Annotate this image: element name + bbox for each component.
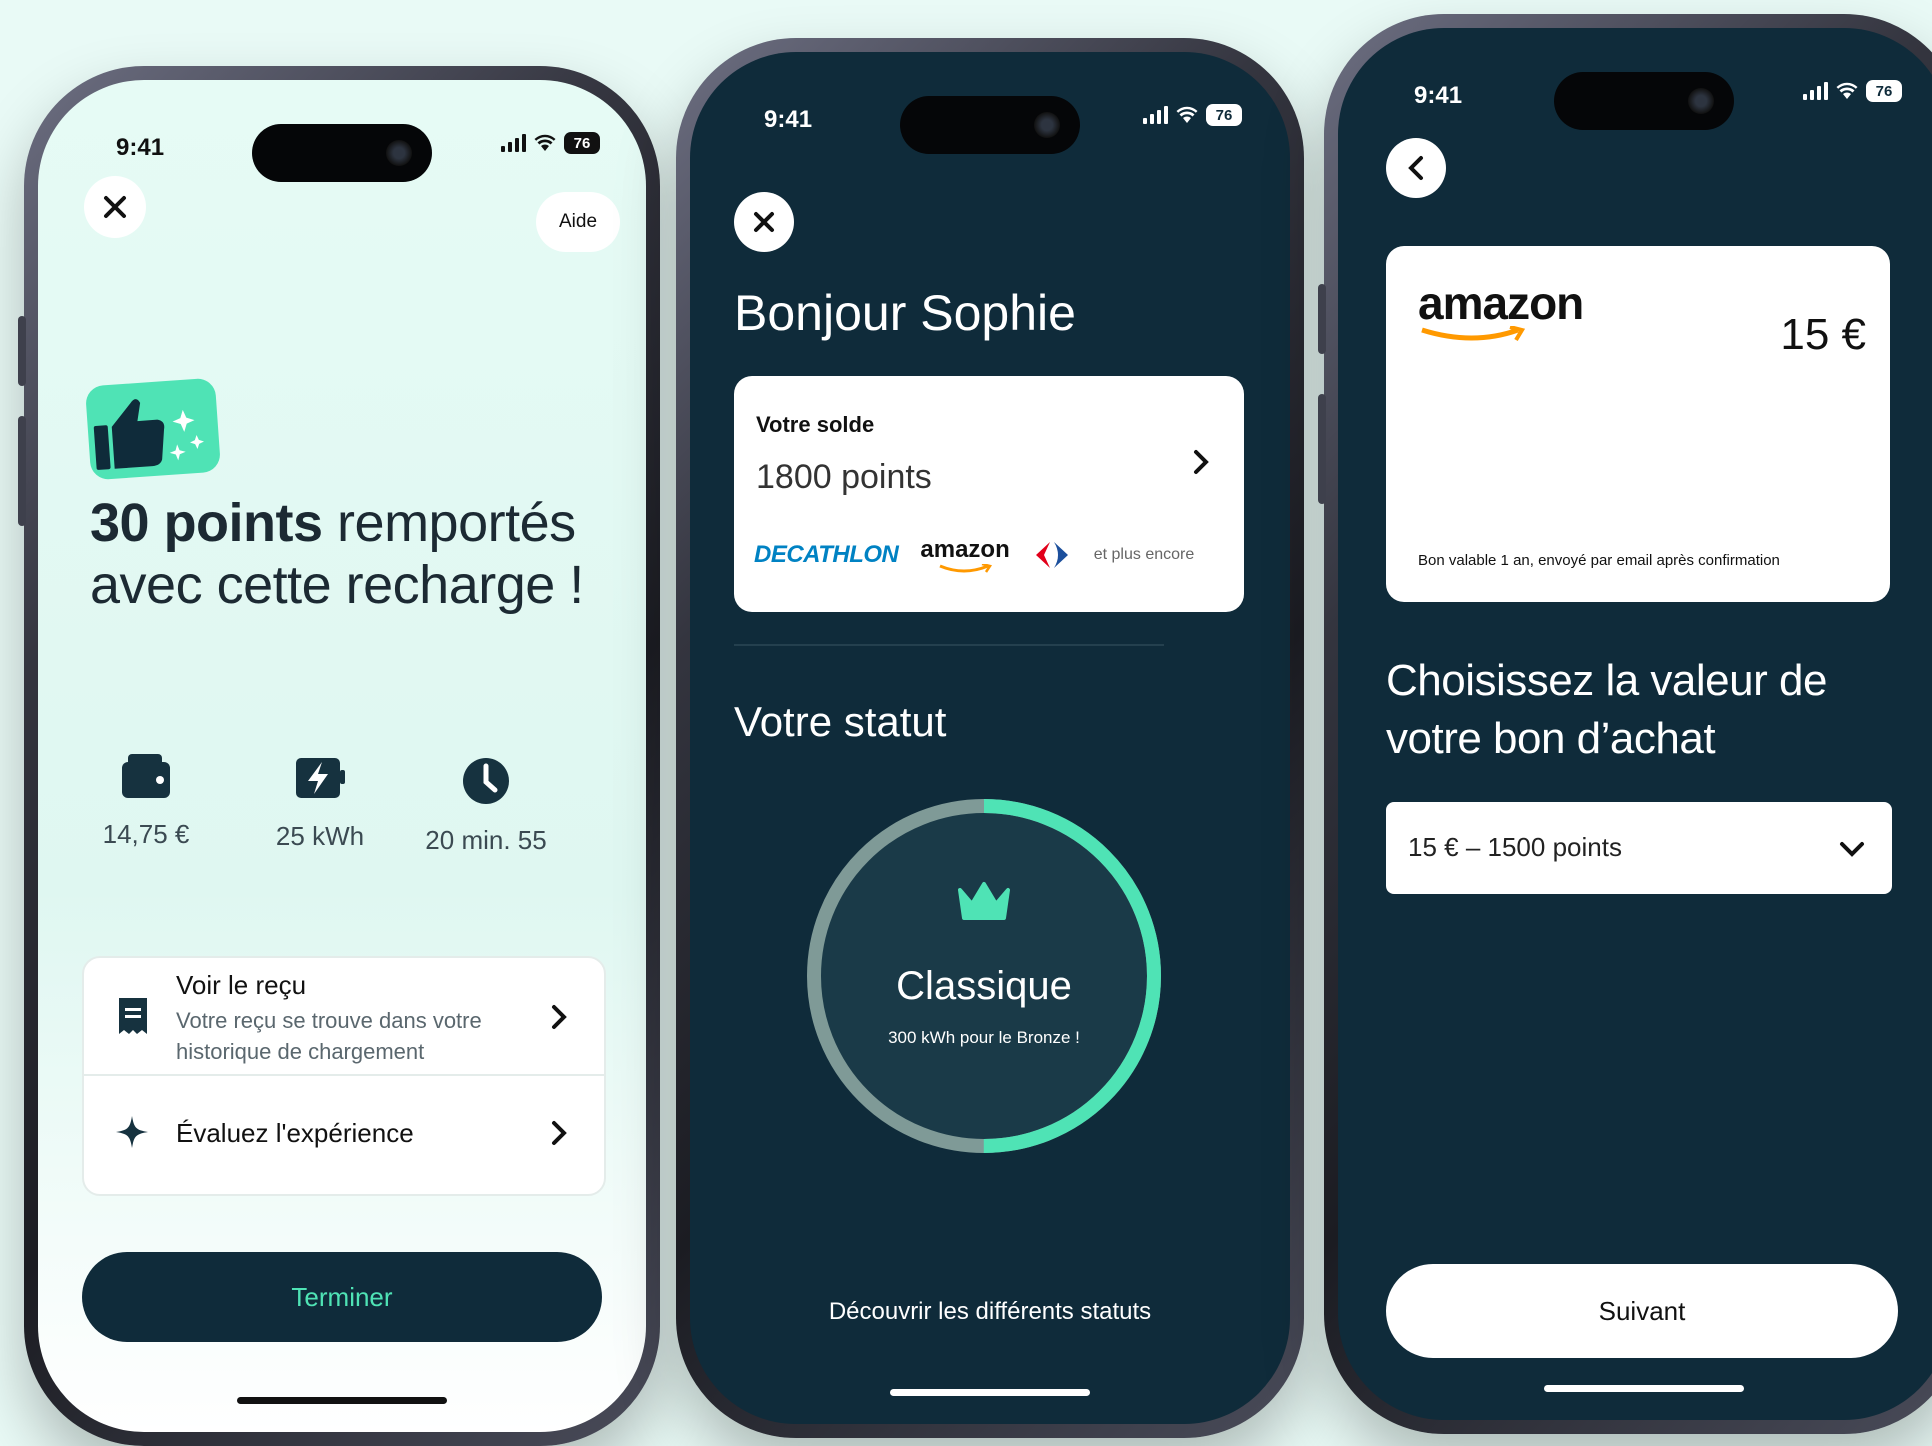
value-select[interactable]: 15 € – 1500 points xyxy=(1386,802,1892,894)
balance-card[interactable]: Votre solde 1800 points DECATHLON amazon… xyxy=(734,376,1244,612)
screen: 9:41 76 Aide 30 points remportés avec ce… xyxy=(38,80,646,1432)
carrefour-logo xyxy=(1035,542,1068,568)
thumbs-up-icon xyxy=(93,399,204,470)
amazon-smile-icon xyxy=(939,564,993,573)
wallet-icon xyxy=(122,754,170,798)
amazon-logo: amazon xyxy=(920,536,1010,574)
dynamic-island xyxy=(252,124,432,182)
phone-side-button xyxy=(18,316,26,386)
status-time: 9:41 xyxy=(116,134,165,161)
status-ring: Classique 300 kWh pour le Bronze ! xyxy=(804,796,1164,1156)
battery-icon: 76 xyxy=(564,132,600,154)
headline-points: 30 points xyxy=(90,493,323,553)
balance-value: 1800 points xyxy=(756,458,932,496)
status-icons: 76 xyxy=(1803,80,1902,102)
home-indicator xyxy=(890,1389,1090,1396)
divider xyxy=(734,644,1164,646)
home-indicator xyxy=(1544,1385,1744,1392)
stat-duration-value: 20 min. 55 xyxy=(425,825,547,855)
battery-icon: 76 xyxy=(1206,104,1242,126)
rate-row[interactable]: Évaluez l'expérience xyxy=(84,1076,604,1192)
home-indicator xyxy=(237,1397,447,1404)
reward-headline: 30 points remportés avec cette recharge … xyxy=(90,492,610,616)
wifi-icon xyxy=(1836,82,1858,99)
tier-name: Classique xyxy=(896,964,1072,1008)
finish-button[interactable]: Terminer xyxy=(82,1252,602,1342)
voucher-brand: amazon xyxy=(1418,277,1584,329)
signal-icon xyxy=(501,134,526,152)
wifi-icon xyxy=(1176,106,1198,123)
value-select-current: 15 € – 1500 points xyxy=(1408,832,1622,862)
voucher-note: Bon valable 1 an, envoyé par email après… xyxy=(1418,552,1780,569)
voucher-amazon-logo: amazon xyxy=(1418,276,1584,349)
chevron-right-icon xyxy=(552,1005,567,1029)
stat-cost-value: 14,75 € xyxy=(102,819,190,849)
crown-icon xyxy=(958,882,1010,920)
phone-voucher-screen: 9:41 76 amazon 15 € Bon valable 1 an, en… xyxy=(1318,14,1932,1434)
rate-title: Évaluez l'expérience xyxy=(176,1118,414,1148)
chevron-left-icon xyxy=(1408,156,1423,180)
status-icons: 76 xyxy=(501,132,600,154)
decathlon-logo: DECATHLON xyxy=(754,541,899,568)
receipt-title: Voir le reçu xyxy=(176,970,307,1000)
more-brands-label: et plus encore xyxy=(1093,546,1195,563)
next-button[interactable]: Suivant xyxy=(1386,1264,1898,1358)
signal-icon xyxy=(1803,82,1828,100)
help-button[interactable]: Aide xyxy=(536,192,620,252)
status-time: 9:41 xyxy=(1414,82,1463,109)
voucher-amount: 15 € xyxy=(1780,310,1866,359)
choose-value-title: Choisissez la valeur de votre bon d’acha… xyxy=(1386,656,1827,763)
receipt-subtitle: Votre reçu se trouve dans votre historiq… xyxy=(176,1008,482,1064)
brand-logos: DECATHLON amazon et plus encore xyxy=(754,536,1194,574)
screen: 9:41 76 amazon 15 € Bon valable 1 an, en… xyxy=(1338,28,1932,1420)
wifi-icon xyxy=(534,134,556,151)
amazon-logo-text: amazon xyxy=(920,536,1010,563)
status-icons: 76 xyxy=(1143,104,1242,126)
greeting: Bonjour Sophie xyxy=(734,285,1076,341)
signal-icon xyxy=(1143,106,1168,124)
charging-icon xyxy=(296,758,345,798)
close-icon xyxy=(104,196,126,218)
close-button[interactable] xyxy=(84,176,146,238)
battery-icon: 76 xyxy=(1866,80,1902,102)
status-time: 9:41 xyxy=(764,106,813,133)
clock-icon xyxy=(463,758,509,804)
dynamic-island xyxy=(900,96,1080,154)
receipt-text: Voir le reçu Votre reçu se trouve dans v… xyxy=(176,970,516,1067)
balance-label: Votre solde xyxy=(756,412,875,437)
close-button[interactable] xyxy=(734,192,794,252)
phone-reward-screen: 9:41 76 Aide 30 points remportés avec ce… xyxy=(18,66,660,1446)
close-icon xyxy=(754,212,774,232)
stat-energy-value: 25 kWh xyxy=(275,821,365,851)
phone-balance-screen: 9:41 76 Bonjour Sophie Votre solde 1800 … xyxy=(676,38,1304,1438)
phone-side-button xyxy=(1318,284,1326,354)
receipt-row[interactable]: Voir le reçu Votre reçu se trouve dans v… xyxy=(84,958,604,1076)
chevron-right-icon xyxy=(1194,450,1209,474)
chevron-down-icon xyxy=(1840,842,1864,857)
dynamic-island xyxy=(1554,72,1734,130)
actions-card: Voir le reçu Votre reçu se trouve dans v… xyxy=(82,956,606,1196)
amazon-smile-icon xyxy=(1421,325,1526,342)
voucher-card: amazon 15 € Bon valable 1 an, envoyé par… xyxy=(1386,246,1890,602)
screen: 9:41 76 Bonjour Sophie Votre solde 1800 … xyxy=(690,52,1290,1424)
stat-duration: 20 min. 55 xyxy=(416,756,556,856)
sparkle-icon xyxy=(116,1116,148,1148)
phone-side-button xyxy=(1318,394,1326,504)
receipt-icon xyxy=(119,998,147,1034)
discover-statuses-link[interactable]: Découvrir les différents statuts xyxy=(690,1298,1290,1326)
stat-energy: 25 kWh xyxy=(270,754,370,852)
thumbs-up-badge xyxy=(84,377,222,481)
back-button[interactable] xyxy=(1386,138,1446,198)
stat-cost: 14,75 € xyxy=(96,752,196,850)
tier-next: 300 kWh pour le Bronze ! xyxy=(888,1028,1080,1047)
chevron-right-icon xyxy=(552,1121,567,1145)
status-title: Votre statut xyxy=(734,698,947,745)
phone-side-button xyxy=(18,416,26,526)
